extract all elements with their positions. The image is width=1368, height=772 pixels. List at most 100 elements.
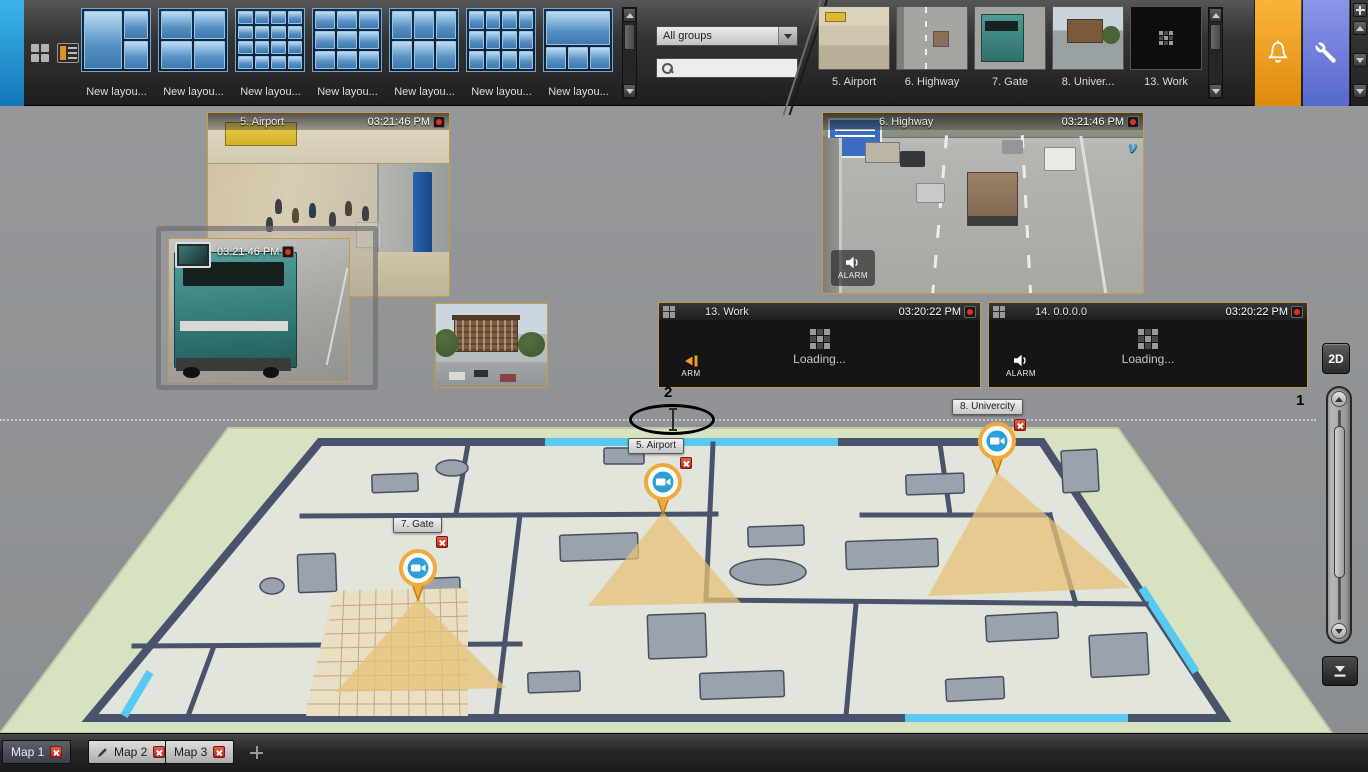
close-x-icon[interactable] (213, 746, 225, 758)
layout-thumbnail-3[interactable]: New layou... (232, 0, 309, 106)
camera-preview (1052, 6, 1124, 70)
cameras-scrollbar[interactable] (1208, 7, 1223, 99)
tab-label: Map 3 (174, 745, 207, 759)
video-tile-university[interactable] (435, 303, 548, 388)
layout-preview (158, 8, 228, 72)
add-button[interactable] (1353, 3, 1367, 17)
alarm-button[interactable]: ALARM (999, 350, 1043, 382)
tab-map-3[interactable]: Map 3 (165, 740, 234, 764)
tile-header: 14. 0.0.0.0 03:20:22 PM (989, 303, 1307, 320)
layout-thumbnail-5[interactable]: New layou... (386, 0, 463, 106)
layout-label: New layou... (463, 86, 540, 98)
layout-preview (466, 8, 536, 72)
layout-thumbnail-4[interactable]: New layou... (309, 0, 386, 106)
layout-preview (312, 8, 382, 72)
layout-thumbnail-1[interactable]: New layou... (78, 0, 155, 106)
tile-header: 6. Highway 03:21:46 PM (823, 113, 1143, 130)
hide-panel-button[interactable] (1322, 656, 1358, 686)
camera-thumbnail-gate[interactable]: 7. Gate (971, 0, 1049, 106)
camera-search[interactable] (656, 58, 798, 78)
arm-button-label: ARM (681, 369, 700, 378)
arm-button[interactable]: ARM (669, 350, 713, 382)
close-x-icon[interactable] (1014, 419, 1026, 431)
camera-placeholder-icon (663, 306, 675, 318)
speaker-icon (846, 256, 861, 269)
layout-label: New layou... (540, 86, 617, 98)
video-tile-unknown[interactable]: 14. 0.0.0.0 03:20:22 PM Loading... ALARM (988, 302, 1308, 388)
search-input[interactable] (669, 62, 811, 74)
wrench-icon (1313, 40, 1340, 67)
record-indicator-icon (282, 246, 294, 258)
view-2d-button[interactable]: 2D (1322, 343, 1350, 374)
camera-thumbnail-icon (175, 242, 211, 268)
alarm-panel-button[interactable] (1254, 0, 1301, 106)
close-x-icon[interactable] (50, 746, 62, 758)
scroll-up-icon[interactable] (1209, 8, 1222, 22)
scroll-down-icon[interactable] (623, 84, 636, 98)
scroll-up-icon[interactable] (623, 8, 636, 22)
bottom-tab-bar: Map 1 Map 2 Map 3 Apply Cancel (0, 733, 1368, 772)
camera-thumbnail-work[interactable]: 13. Work (1127, 0, 1205, 106)
tab-label: Map 1 (11, 745, 44, 759)
tab-map-1[interactable]: Map 1 (2, 740, 71, 764)
top-toolbar: New layou... New layou... New layou... N… (0, 0, 1368, 106)
layouts-grid-icon[interactable] (31, 44, 49, 62)
map-camera-tag-airport[interactable]: 5. Airport (628, 438, 684, 454)
close-x-icon[interactable] (436, 536, 448, 548)
tile-title: 5. Airport (240, 116, 284, 128)
camera-group-dropdown[interactable]: All groups (656, 26, 798, 46)
scrollbar-thumb[interactable] (1210, 24, 1221, 50)
dragged-video-tile[interactable]: 03:21:46 PM (156, 226, 378, 390)
camera-thumbnail-university[interactable]: 8. Univer... (1049, 0, 1127, 106)
zoom-in-icon[interactable] (1331, 391, 1347, 407)
settings-panel-button[interactable] (1302, 0, 1349, 106)
layouts-scrollbar[interactable] (622, 7, 637, 99)
alarm-button-label: ALARM (1006, 369, 1036, 378)
tile-title: 6. Highway (879, 116, 933, 128)
map-camera-tag-gate[interactable]: 7. Gate (393, 517, 442, 533)
close-x-icon[interactable] (680, 457, 692, 469)
record-indicator-icon (433, 116, 445, 128)
left-accent-strip (0, 0, 24, 106)
camera-thumbnail-airport[interactable]: 5. Airport (815, 0, 893, 106)
scroll-down-icon[interactable] (1353, 53, 1367, 67)
tile-timestamp: 03:20:22 PM (899, 306, 976, 318)
tile-title: 14. 0.0.0.0 (1035, 306, 1087, 318)
tile-title: 13. Work (705, 306, 749, 318)
scroll-down-icon[interactable] (1209, 84, 1222, 98)
layout-thumbnail-6[interactable]: New layou... (463, 0, 540, 106)
video-tile-work[interactable]: 13. Work 03:20:22 PM Loading... ARM (658, 302, 981, 388)
video-frame (436, 304, 547, 387)
application-window: New layou... New layou... New layou... N… (0, 0, 1368, 772)
add-map-button[interactable] (250, 746, 263, 759)
layout-menu-icon[interactable] (57, 43, 79, 63)
camera-preview (974, 6, 1046, 70)
bell-icon (1265, 39, 1291, 67)
collapse-toolbar-icon[interactable] (1353, 84, 1367, 98)
speaker-icon (1014, 354, 1029, 367)
camera-label: 5. Airport (815, 76, 893, 88)
video-tile-highway[interactable]: 6. Highway 03:21:46 PM ν ALARM (822, 112, 1144, 294)
layout-label: New layou... (232, 86, 309, 98)
map-camera-tag-university[interactable]: 8. Univercity (952, 399, 1023, 415)
map-zoom-slider[interactable] (1326, 386, 1352, 644)
scrollbar-thumb[interactable] (624, 24, 635, 50)
alarm-button[interactable]: ALARM (831, 250, 875, 286)
scroll-up-icon[interactable] (1353, 21, 1367, 35)
camera-preview (818, 6, 890, 70)
camera-thumbnail-highway[interactable]: 6. Highway (893, 0, 971, 106)
layout-label: New layou... (309, 86, 386, 98)
slider-thumb[interactable] (1334, 426, 1345, 578)
camera-preview (896, 6, 968, 70)
layout-thumbnail-2[interactable]: New layou... (155, 0, 232, 106)
detector-icon: ν (1129, 139, 1137, 156)
tile-header: 5. Airport 03:21:46 PM (208, 113, 449, 130)
tab-label: Map 2 (114, 745, 147, 759)
tab-map-2[interactable]: Map 2 (88, 740, 174, 764)
layout-thumbnail-7[interactable]: New layou... (540, 0, 617, 106)
zoom-out-icon[interactable] (1331, 623, 1347, 639)
record-indicator-icon (964, 306, 976, 318)
chevron-down-icon[interactable] (778, 27, 797, 45)
close-x-icon[interactable] (153, 746, 165, 758)
layout-preview (543, 8, 613, 72)
